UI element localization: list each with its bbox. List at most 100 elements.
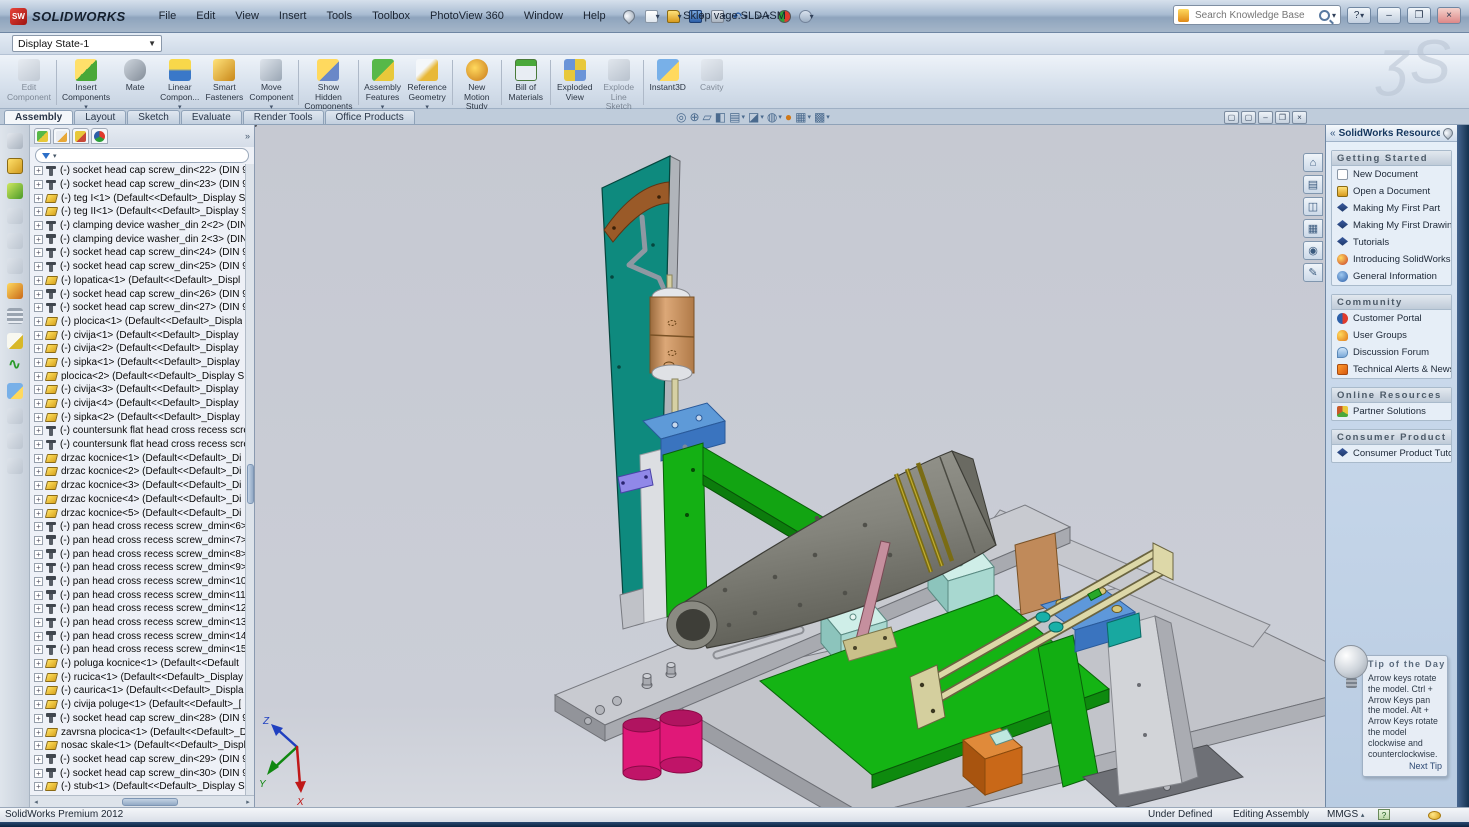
tree-item[interactable]: +(-) pan head cross recess screw_dmin<6> <box>30 520 245 534</box>
configurationmanager-tab[interactable] <box>72 128 89 144</box>
bom-button[interactable]: Bill ofMaterials <box>504 57 548 108</box>
shadow-tool-icon[interactable] <box>7 258 23 274</box>
view-orientation-icon[interactable]: ▤ <box>729 110 740 124</box>
expand-icon[interactable]: + <box>34 645 43 654</box>
expand-icon[interactable]: + <box>34 714 43 723</box>
tree-item[interactable]: +(-) socket head cap screw_din<29> (DIN … <box>30 753 245 767</box>
tree-item[interactable]: +plocica<2> (Default<<Default>_Display S <box>30 369 245 383</box>
tree-item[interactable]: +(-) pan head cross recess screw_dmin<8> <box>30 547 245 561</box>
tree-item[interactable]: +drzac kocnice<4> (Default<<Default>_Di <box>30 493 245 507</box>
tree-item[interactable]: +(-) clamping device washer_din 2<2> (DI… <box>30 219 245 233</box>
instant-button[interactable]: Instant3D <box>646 57 690 108</box>
zoom-to-area-icon[interactable]: ⊕ <box>689 110 699 124</box>
custom-properties-tab[interactable]: ✎ <box>1303 263 1323 282</box>
expand-icon[interactable]: + <box>34 755 43 764</box>
tree-horizontal-scrollbar[interactable]: ◂ ▸ <box>30 795 254 807</box>
expand-icon[interactable]: + <box>34 522 43 531</box>
link-introducing-solidworks[interactable]: Introducing SolidWorks <box>1332 251 1451 268</box>
apply-scene-icon[interactable]: ▩ <box>814 110 825 124</box>
pin-menu-icon[interactable] <box>620 8 637 25</box>
tree-item[interactable]: +drzac kocnice<2> (Default<<Default>_Di <box>30 465 245 479</box>
doc-cascade-button[interactable]: ▢ <box>1241 111 1256 124</box>
tree-item[interactable]: +(-) civija poluge<1> (Default<<Default>… <box>30 698 245 712</box>
appearances-tab[interactable]: ◉ <box>1303 241 1323 260</box>
expand-icon[interactable]: + <box>34 454 43 463</box>
link-partner-solutions[interactable]: Partner Solutions <box>1332 403 1451 420</box>
link-making-my-first-part[interactable]: Making My First Part <box>1332 200 1451 217</box>
doc-close-button[interactable]: × <box>1292 111 1307 124</box>
tree-item[interactable]: +(-) civija<3> (Default<<Default>_Displa… <box>30 383 245 397</box>
chevron-down-icon[interactable]: ▾ <box>760 113 764 121</box>
tool-c-icon[interactable] <box>7 458 23 474</box>
expand-icon[interactable]: + <box>34 317 43 326</box>
tree-item[interactable]: +drzac kocnice<1> (Default<<Default>_Di <box>30 451 245 465</box>
expand-icon[interactable]: + <box>34 207 43 216</box>
expand-icon[interactable]: + <box>34 728 43 737</box>
tree-vertical-scrollbar[interactable] <box>245 164 254 795</box>
tree-item[interactable]: +(-) stub<1> (Default<<Default>_Display … <box>30 780 245 794</box>
doc-minimize-button[interactable]: – <box>1258 111 1273 124</box>
menu-edit[interactable]: Edit <box>187 7 224 25</box>
search-icon[interactable] <box>1319 10 1330 21</box>
graphics-area[interactable]: Z Y X <box>255 125 1325 807</box>
featuremanager-tab[interactable] <box>34 128 51 144</box>
expand-icon[interactable]: + <box>34 659 43 668</box>
copy-settings-icon[interactable] <box>7 133 23 149</box>
motion-button[interactable]: NewMotionStudy <box>455 57 499 108</box>
link-general-information[interactable]: General Information <box>1332 268 1451 285</box>
scroll-left-icon[interactable]: ◂ <box>30 798 42 806</box>
tree-item[interactable]: +(-) caurica<1> (Default<<Default>_Displ… <box>30 684 245 698</box>
tree-item[interactable]: +(-) civija<4> (Default<<Default>_Displa… <box>30 397 245 411</box>
expand-icon[interactable]: + <box>34 426 43 435</box>
chevron-down-icon[interactable]: ▾ <box>807 113 811 121</box>
tree-item[interactable]: +(-) socket head cap screw_din<28> (DIN … <box>30 712 245 726</box>
tab-assembly[interactable]: Assembly <box>4 110 73 124</box>
close-button[interactable]: × <box>1437 7 1461 24</box>
scrollbar-thumb[interactable] <box>247 464 254 504</box>
green-column[interactable] <box>663 443 707 617</box>
tree-item[interactable]: +(-) socket head cap screw_din<27> (DIN … <box>30 301 245 315</box>
expand-icon[interactable]: + <box>34 563 43 572</box>
tree-item[interactable]: +(-) lopatica<1> (Default<<Default>_Disp… <box>30 274 245 288</box>
explview-button[interactable]: ExplodedView <box>553 57 597 108</box>
expand-icon[interactable]: + <box>34 303 43 312</box>
expand-icon[interactable]: + <box>34 741 43 750</box>
expand-icon[interactable]: + <box>34 290 43 299</box>
doc-restore-button[interactable]: ❐ <box>1275 111 1290 124</box>
search-caret-icon[interactable]: ▾ <box>1332 11 1336 20</box>
collapse-chevron-icon[interactable]: « <box>1330 128 1336 139</box>
scroll-right-icon[interactable]: ▸ <box>242 798 254 806</box>
options-button[interactable]: ▾ <box>797 7 816 26</box>
zoom-to-fit-icon[interactable]: ◎ <box>676 110 686 124</box>
tag-icon[interactable] <box>1428 811 1441 820</box>
tool-a-icon[interactable] <box>7 408 23 424</box>
expand-chevron-icon[interactable]: » <box>245 131 250 141</box>
solidworks-resources-tab[interactable]: ⌂ <box>1303 153 1323 172</box>
tree-item[interactable]: +(-) pan head cross recess screw_dmin<12… <box>30 602 245 616</box>
print-tool-icon[interactable] <box>7 208 23 224</box>
mate-button[interactable]: Mate <box>113 57 157 108</box>
tree-item[interactable]: +(-) pan head cross recess screw_dmin<9> <box>30 561 245 575</box>
link-new-document[interactable]: New Document <box>1332 166 1451 183</box>
expand-icon[interactable]: + <box>34 673 43 682</box>
link-making-my-first-drawing[interactable]: Making My First Drawing <box>1332 217 1451 234</box>
hide-show-items-icon[interactable]: ◍ <box>767 110 777 124</box>
new-document-button[interactable]: ▾ <box>643 7 662 26</box>
tree-item[interactable]: +(-) socket head cap screw_din<22> (DIN … <box>30 164 245 178</box>
tree-item[interactable]: +nosac skale<1> (Default<<Default>_Displ <box>30 739 245 753</box>
tree-item[interactable]: +(-) countersunk flat head cross recess … <box>30 424 245 438</box>
expand-icon[interactable]: + <box>34 591 43 600</box>
expand-icon[interactable]: + <box>34 180 43 189</box>
menu-file[interactable]: File <box>150 7 186 25</box>
tree-item[interactable]: +(-) clamping device washer_din 2<3> (DI… <box>30 232 245 246</box>
expand-icon[interactable]: + <box>34 331 43 340</box>
expand-icon[interactable]: + <box>34 358 43 367</box>
tree-item[interactable]: +(-) socket head cap screw_din<30> (DIN … <box>30 766 245 780</box>
expand-icon[interactable]: + <box>34 344 43 353</box>
link-consumer-product-tutorials[interactable]: Consumer Product Tutorials <box>1332 445 1451 462</box>
file-explorer-tab[interactable]: ◫ <box>1303 197 1323 216</box>
refgeo-button[interactable]: ReferenceGeometry▾ <box>405 57 450 108</box>
design-library-tab[interactable]: ▤ <box>1303 175 1323 194</box>
tree-item[interactable]: +(-) pan head cross recess screw_dmin<14… <box>30 629 245 643</box>
scrollbar-thumb[interactable] <box>122 798 178 806</box>
